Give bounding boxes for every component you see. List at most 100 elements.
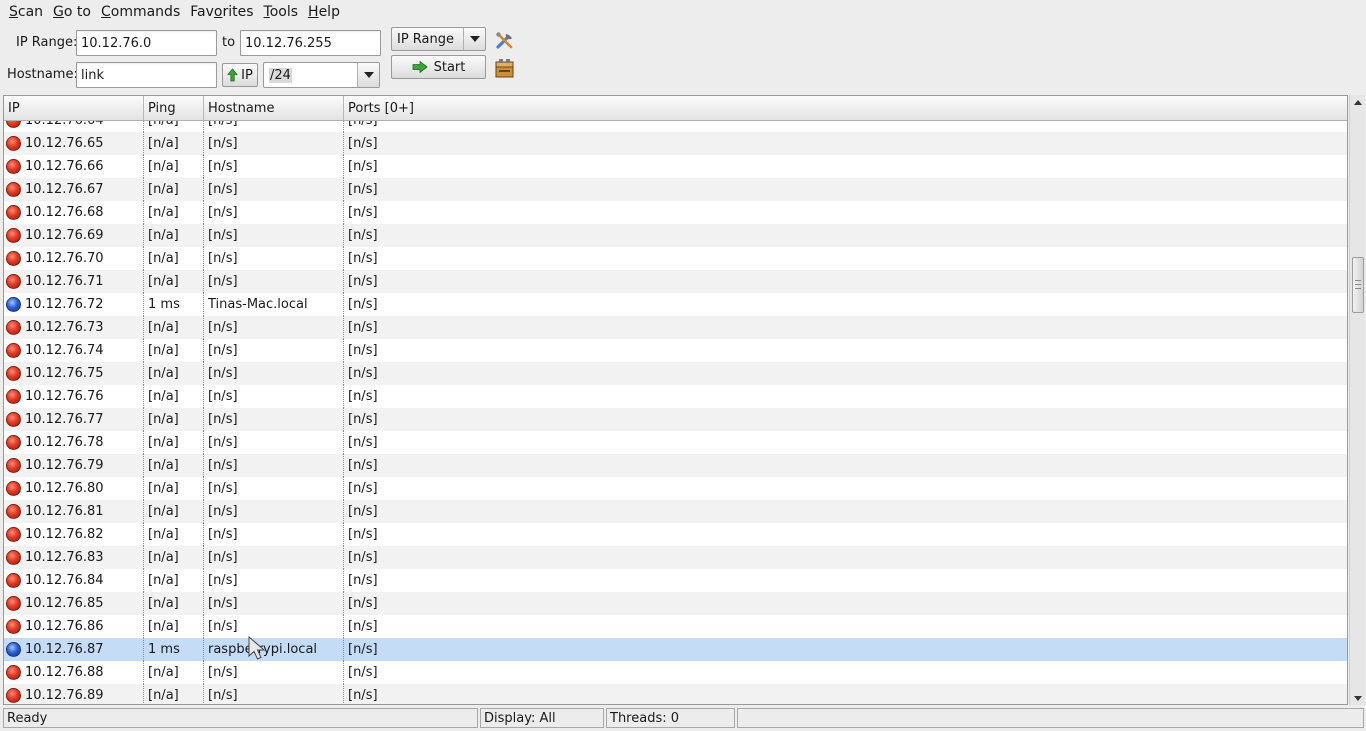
cell-ports: [n/s] xyxy=(348,343,378,358)
scrollbar-thumb[interactable] xyxy=(1352,257,1364,313)
cell-ports: [n/s] xyxy=(348,366,378,381)
cell-ping: [n/a] xyxy=(144,178,204,201)
ip-button-label: IP xyxy=(241,67,253,83)
table-row[interactable]: 10.12.76.65 [n/a] [n/s] [n/s] xyxy=(4,132,1347,155)
table-row[interactable]: 10.12.76.68 [n/a] [n/s] [n/s] xyxy=(4,201,1347,224)
cell-ip: 10.12.76.83 xyxy=(4,546,144,569)
start-button[interactable]: Start xyxy=(391,55,486,79)
table-row[interactable]: 10.12.76.77 [n/a] [n/s] [n/s] xyxy=(4,408,1347,431)
host-dead-icon xyxy=(6,121,21,128)
cell-ip: 10.12.76.84 xyxy=(4,569,144,592)
cell-ping: [n/a] xyxy=(144,592,204,615)
host-dead-icon xyxy=(6,136,21,151)
column-header-ports[interactable]: Ports [0+] xyxy=(344,96,1347,121)
ip-address: 10.12.76.69 xyxy=(25,228,104,243)
cell-hostname: [n/s] xyxy=(204,178,344,201)
cell-ping: [n/a] xyxy=(144,155,204,178)
cell-hostname: [n/s] xyxy=(204,523,344,546)
to-label: to xyxy=(222,35,236,50)
menu-favorites[interactable]: Favorites xyxy=(185,0,258,24)
table-row[interactable]: 10.12.76.86 [n/a] [n/s] [n/s] xyxy=(4,615,1347,638)
cell-hostname: [n/s] xyxy=(204,592,344,615)
table-row[interactable]: 10.12.76.70 [n/a] [n/s] [n/s] xyxy=(4,247,1347,270)
table-row[interactable]: 10.12.76.64[n/a][n/s][n/s] xyxy=(4,121,1347,132)
table-row[interactable]: 10.12.76.79 [n/a] [n/s] [n/s] xyxy=(4,454,1347,477)
scroll-down-icon[interactable] xyxy=(1350,691,1366,705)
cell-ports: [n/s] xyxy=(348,412,378,427)
ip-range-end-input[interactable] xyxy=(240,30,381,56)
table-row[interactable]: 10.12.76.88 [n/a] [n/s] [n/s] xyxy=(4,661,1347,684)
host-dead-icon xyxy=(6,366,21,381)
table-row[interactable]: 10.12.76.89 [n/a] [n/s] [n/s] xyxy=(4,684,1347,704)
table-row[interactable]: 10.12.76.84 [n/a] [n/s] [n/s] xyxy=(4,569,1347,592)
ip-range-start-input[interactable] xyxy=(76,30,217,56)
cell-ports: [n/s] xyxy=(348,642,378,657)
menu-go-to[interactable]: Go to xyxy=(48,0,96,24)
column-header-hostname[interactable]: Hostname xyxy=(204,96,344,121)
feeder-select[interactable]: IP Range xyxy=(391,27,486,51)
menu-scan[interactable]: Scan xyxy=(4,0,48,24)
ip-address: 10.12.76.76 xyxy=(25,389,104,404)
ip-address: 10.12.76.85 xyxy=(25,596,104,611)
host-dead-icon xyxy=(6,412,21,427)
table-row[interactable]: 10.12.76.71 [n/a] [n/s] [n/s] xyxy=(4,270,1347,293)
table-row[interactable]: 10.12.76.87 1 ms raspberrypi.local [n/s] xyxy=(4,638,1347,661)
table-row[interactable]: 10.12.76.81 [n/a] [n/s] [n/s] xyxy=(4,500,1347,523)
ip-address: 10.12.76.77 xyxy=(25,412,104,427)
cell-ports: [n/s] xyxy=(348,481,378,496)
table-row[interactable]: 10.12.76.73 [n/a] [n/s] [n/s] xyxy=(4,316,1347,339)
menu-commands[interactable]: Commands xyxy=(96,0,185,24)
menu-tools[interactable]: Tools xyxy=(259,0,304,24)
table-row[interactable]: 10.12.76.72 1 ms Tinas-Mac.local [n/s] xyxy=(4,293,1347,316)
table-row[interactable]: 10.12.76.74 [n/a] [n/s] [n/s] xyxy=(4,339,1347,362)
cell-ports: [n/s] xyxy=(348,228,378,243)
cell-hostname: [n/s] xyxy=(204,155,344,178)
table-row[interactable]: 10.12.76.80 [n/a] [n/s] [n/s] xyxy=(4,477,1347,500)
ip-up-button[interactable]: IP xyxy=(222,63,258,87)
status-display[interactable]: Display: All xyxy=(480,708,604,728)
host-dead-icon xyxy=(6,619,21,634)
cell-ip: 10.12.76.86 xyxy=(4,615,144,638)
cell-hostname: [n/s] xyxy=(204,569,344,592)
table-row[interactable]: 10.12.76.66 [n/a] [n/s] [n/s] xyxy=(4,155,1347,178)
column-header-ping[interactable]: Ping xyxy=(144,96,204,121)
cell-hostname: [n/s] xyxy=(204,339,344,362)
ip-address: 10.12.76.83 xyxy=(25,550,104,565)
table-row[interactable]: 10.12.76.82 [n/a] [n/s] [n/s] xyxy=(4,523,1347,546)
table-row[interactable]: 10.12.76.85 [n/a] [n/s] [n/s] xyxy=(4,592,1347,615)
table-row[interactable]: 10.12.76.83 [n/a] [n/s] [n/s] xyxy=(4,546,1347,569)
tools-icon[interactable] xyxy=(494,30,516,52)
cell-ping: [n/a] xyxy=(144,546,204,569)
table-row[interactable]: 10.12.76.78 [n/a] [n/s] [n/s] xyxy=(4,431,1347,454)
host-dead-icon xyxy=(6,251,21,266)
hostname-input[interactable] xyxy=(76,62,217,88)
table-header: IP Ping Hostname Ports [0+] xyxy=(4,96,1347,121)
fetchers-icon[interactable] xyxy=(494,58,516,80)
cell-hostname: Tinas-Mac.local xyxy=(204,293,344,316)
chevron-down-icon xyxy=(357,63,379,87)
host-dead-icon xyxy=(6,481,21,496)
table-row[interactable]: 10.12.76.75 [n/a] [n/s] [n/s] xyxy=(4,362,1347,385)
cell-ping: [n/a] xyxy=(144,454,204,477)
column-header-ip[interactable]: IP xyxy=(4,96,144,121)
cell-ports: [n/s] xyxy=(348,550,378,565)
host-dead-icon xyxy=(6,205,21,220)
table-row[interactable]: 10.12.76.69 [n/a] [n/s] [n/s] xyxy=(4,224,1347,247)
scroll-up-icon[interactable] xyxy=(1350,95,1366,109)
table-row[interactable]: 10.12.76.76 [n/a] [n/s] [n/s] xyxy=(4,385,1347,408)
cell-hostname: [n/s] xyxy=(204,247,344,270)
results-table[interactable]: IP Ping Hostname Ports [0+] 10.12.76.64 [… xyxy=(3,95,1348,705)
netmask-select[interactable]: /24 xyxy=(263,62,380,88)
vertical-scrollbar[interactable] xyxy=(1349,95,1365,705)
table-rows: 10.12.76.64[n/a][n/s][n/s]10.12.76.65[n/… xyxy=(4,121,1347,704)
ip-address: 10.12.76.89 xyxy=(25,688,104,703)
hostname-label: Hostname: xyxy=(7,67,78,82)
table-row[interactable]: 10.12.76.67 [n/a] [n/s] [n/s] xyxy=(4,178,1347,201)
host-alive-icon xyxy=(6,297,21,312)
cell-ip: 10.12.76.67 xyxy=(4,178,144,201)
host-alive-icon xyxy=(6,642,21,657)
cell-ports: [n/s] xyxy=(348,320,378,335)
cell-ping: [n/a] xyxy=(144,523,204,546)
ip-address: 10.12.76.78 xyxy=(25,435,104,450)
menu-help[interactable]: Help xyxy=(303,0,345,24)
